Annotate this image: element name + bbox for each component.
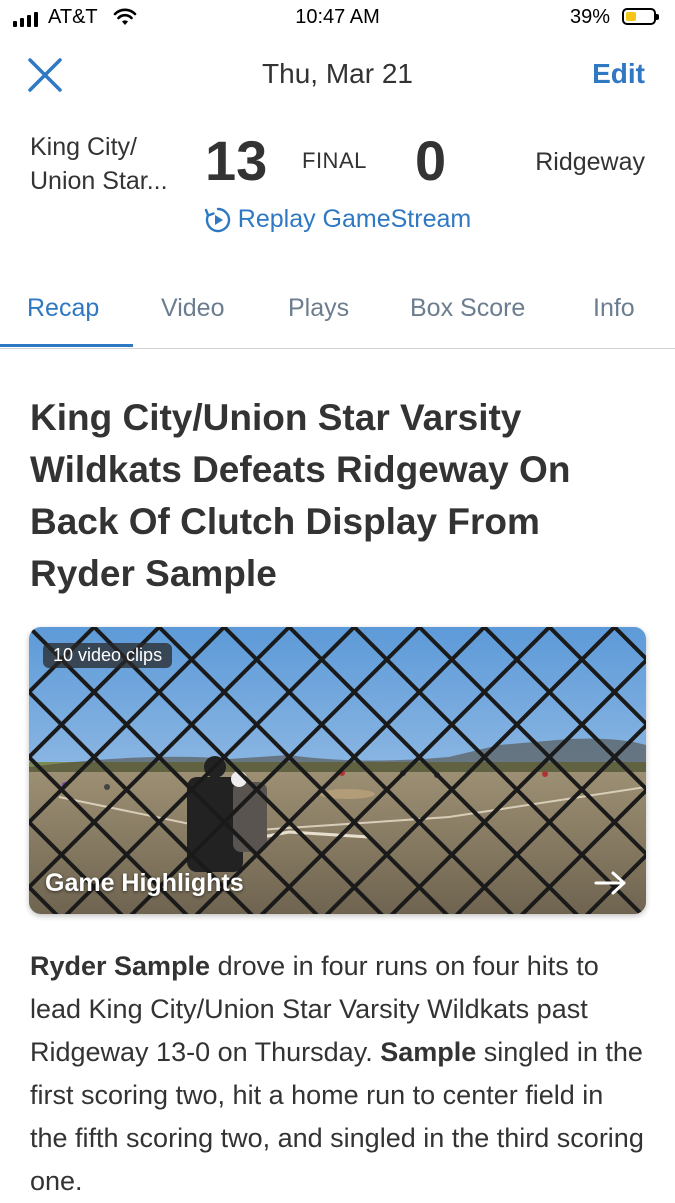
article-headline: King City/Union Star Varsity Wildkats De… [30, 397, 571, 594]
video-title: Game Highlights [45, 869, 244, 897]
home-score: 13 [205, 129, 268, 192]
game-date: Thu, Mar 21 [262, 58, 413, 89]
battery-percent: 39% [570, 6, 611, 28]
game-status: FINAL [302, 148, 367, 173]
home-team-name[interactable]: King City/ Union Star... [30, 130, 200, 198]
replay-label: Replay GameStream [237, 205, 472, 233]
scoreboard: King City/ Union Star... 13 FINAL 0 Ridg… [0, 120, 675, 210]
status-bar: AT&T 10:47 AM 39% [0, 0, 675, 38]
tab-recap[interactable]: Recap [27, 294, 99, 323]
tab-video[interactable]: Video [161, 294, 225, 323]
tab-plays[interactable]: Plays [288, 294, 349, 323]
away-score: 0 [415, 129, 447, 192]
away-team-name[interactable]: Ridgeway [535, 148, 645, 177]
game-highlights-video[interactable]: 10 video clips Game Highlights [29, 627, 646, 914]
edit-button[interactable]: Edit [592, 58, 645, 90]
player-name: Ryder Sample [30, 951, 211, 981]
tab-bar: Recap Video Plays Box Score Info [0, 280, 675, 349]
battery-icon [622, 8, 659, 25]
replay-gamestream-link[interactable]: Replay GameStream [0, 205, 675, 241]
arrow-right-icon [594, 871, 626, 895]
nav-bar: Thu, Mar 21 Edit [0, 40, 675, 110]
tab-box-score[interactable]: Box Score [410, 294, 525, 323]
article-body: Ryder Sample drove in four runs on four … [30, 945, 645, 1203]
home-team-name-line2: Union Star... [30, 167, 168, 195]
home-team-name-line1: King City/ [30, 133, 137, 161]
replay-icon [204, 207, 230, 232]
video-clips-badge: 10 video clips [43, 643, 173, 668]
player-surname: Sample [380, 1037, 477, 1067]
tab-info[interactable]: Info [593, 294, 635, 323]
active-tab-indicator [0, 344, 133, 347]
